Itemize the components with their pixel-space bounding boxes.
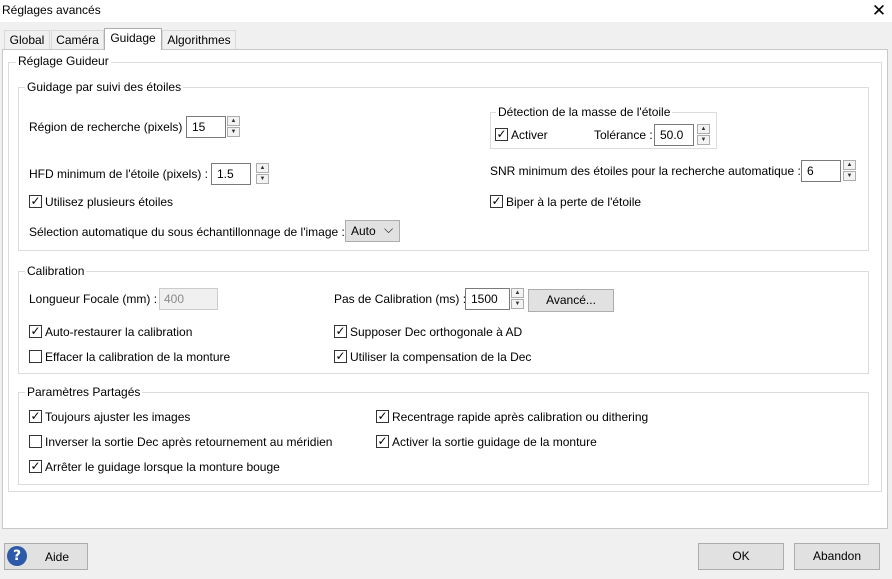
- hfd-field[interactable]: 1.5: [211, 163, 251, 185]
- spin-down-icon[interactable]: ▼: [256, 174, 269, 184]
- reverse-dec-label: Inverser la sortie Dec après retournemen…: [45, 435, 333, 449]
- calibration-step-stepper[interactable]: ▲ ▼: [511, 288, 525, 309]
- help-button[interactable]: ? Aide: [4, 543, 88, 570]
- multi-star-label: Utilisez plusieurs étoiles: [45, 195, 174, 209]
- stop-guiding-label: Arrêter le guidage lorsque la monture bo…: [45, 460, 280, 474]
- spin-up-icon[interactable]: ▲: [843, 160, 856, 170]
- calibration-advanced-button[interactable]: Avancé...: [528, 289, 614, 312]
- window-title: Réglages avancés: [2, 3, 101, 17]
- snr-value: 6: [807, 164, 814, 178]
- focal-length-value: 400: [164, 292, 185, 306]
- help-label: Aide: [45, 550, 70, 564]
- beep-label: Biper à la perte de l'étoile: [506, 195, 642, 209]
- checkmark-icon: ✓: [491, 194, 502, 208]
- checkmark-icon: ✓: [30, 194, 41, 208]
- checkmark-icon: ✓: [335, 324, 346, 338]
- calibration-legend: Calibration: [25, 264, 87, 278]
- calibration-step-value: 1500: [471, 292, 498, 306]
- assume-orthogonal-checkbox[interactable]: ✓: [334, 325, 347, 338]
- clear-mount-calibration-checkbox[interactable]: [29, 350, 42, 363]
- auto-restore-checkbox[interactable]: ✓: [29, 325, 42, 338]
- reverse-dec-checkbox[interactable]: [29, 435, 42, 448]
- shared-params-legend: Paramètres Partagés: [25, 385, 143, 399]
- spin-down-icon[interactable]: ▼: [843, 171, 856, 181]
- tab-algorithmes[interactable]: Algorithmes: [162, 30, 236, 49]
- clear-mount-calibration-label: Effacer la calibration de la monture: [45, 350, 231, 364]
- always-scale-label: Toujours ajuster les images: [45, 410, 191, 424]
- tolerance-value: 50.0: [660, 128, 684, 142]
- calibration-step-label: Pas de Calibration (ms) :: [334, 292, 467, 306]
- calibration-step-field[interactable]: 1500: [465, 288, 510, 310]
- fast-recenter-label: Recentrage rapide après calibration ou d…: [392, 410, 649, 424]
- spin-down-icon[interactable]: ▼: [511, 299, 524, 309]
- checkmark-icon: ✓: [30, 324, 41, 338]
- ok-label: OK: [732, 549, 750, 563]
- tab-global[interactable]: Global: [4, 30, 50, 49]
- checkmark-icon: ✓: [30, 459, 41, 473]
- help-icon: ?: [7, 546, 27, 566]
- checkmark-icon: ✓: [335, 349, 346, 363]
- search-region-value: 15: [192, 120, 206, 134]
- tolerance-field[interactable]: 50.0: [654, 124, 694, 146]
- tab-global-label: Global: [9, 33, 45, 47]
- tab-guidage[interactable]: Guidage: [104, 28, 162, 50]
- search-region-field[interactable]: 15: [186, 116, 226, 138]
- search-region-label: Région de recherche (pixels) :: [29, 120, 190, 134]
- checkmark-icon: ✓: [30, 409, 41, 423]
- hfd-stepper[interactable]: ▲ ▼: [256, 163, 270, 184]
- spin-down-icon[interactable]: ▼: [697, 135, 710, 145]
- guider-settings-legend: Réglage Guideur: [16, 54, 111, 68]
- cancel-button[interactable]: Abandon: [794, 543, 880, 570]
- fast-recenter-checkbox[interactable]: ✓: [376, 410, 389, 423]
- star-tracking-legend: Guidage par suivi des étoiles: [25, 80, 184, 94]
- mass-enable-checkbox[interactable]: ✓: [495, 128, 508, 141]
- search-region-stepper[interactable]: ▲ ▼: [227, 116, 241, 137]
- focal-length-field[interactable]: 400: [159, 288, 218, 310]
- tab-algorithmes-label: Algorithmes: [167, 33, 231, 47]
- calibration-advanced-label: Avancé...: [546, 293, 596, 307]
- snr-label: SNR minimum des étoiles pour la recherch…: [490, 164, 801, 178]
- checkmark-icon: ✓: [377, 409, 388, 423]
- tolerance-stepper[interactable]: ▲ ▼: [697, 124, 711, 145]
- cancel-label: Abandon: [812, 549, 862, 563]
- spin-up-icon[interactable]: ▲: [227, 116, 240, 126]
- mass-enable-label: Activer: [511, 128, 548, 142]
- title-bar: Réglages avancés ✕: [0, 0, 892, 22]
- focal-length-label: Longueur Focale (mm) :: [29, 292, 158, 306]
- spin-up-icon[interactable]: ▲: [256, 163, 269, 173]
- checkmark-icon: ✓: [377, 434, 388, 448]
- close-icon[interactable]: ✕: [867, 0, 891, 22]
- dec-compensation-checkbox[interactable]: ✓: [334, 350, 347, 363]
- snr-field[interactable]: 6: [801, 160, 841, 182]
- hfd-label: HFD minimum de l'étoile (pixels) :: [29, 167, 208, 181]
- stop-guiding-checkbox[interactable]: ✓: [29, 460, 42, 473]
- spin-up-icon[interactable]: ▲: [697, 124, 710, 134]
- always-scale-checkbox[interactable]: ✓: [29, 410, 42, 423]
- mass-detection-legend: Détection de la masse de l'étoile: [496, 105, 673, 119]
- spin-up-icon[interactable]: ▲: [511, 288, 524, 298]
- subsample-value: Auto: [351, 224, 376, 238]
- tab-camera[interactable]: Caméra: [51, 30, 104, 49]
- enable-mount-output-label: Activer la sortie guidage de la monture: [392, 435, 597, 449]
- snr-stepper[interactable]: ▲ ▼: [843, 160, 857, 181]
- enable-mount-output-checkbox[interactable]: ✓: [376, 435, 389, 448]
- assume-orthogonal-label: Supposer Dec orthogonale à AD: [350, 325, 523, 339]
- checkmark-icon: ✓: [496, 127, 507, 141]
- tolerance-label: Tolérance :: [594, 128, 653, 142]
- subsample-label: Sélection automatique du sous échantillo…: [29, 225, 345, 239]
- spin-down-icon[interactable]: ▼: [227, 127, 240, 137]
- subsample-select[interactable]: Auto ⌵: [345, 220, 400, 242]
- tab-guidage-label: Guidage: [110, 31, 156, 45]
- ok-button[interactable]: OK: [698, 543, 784, 570]
- tab-camera-label: Caméra: [56, 33, 99, 47]
- hfd-value: 1.5: [217, 167, 234, 181]
- chevron-down-icon: ⌵: [384, 222, 394, 236]
- multi-star-checkbox[interactable]: ✓: [29, 195, 42, 208]
- auto-restore-label: Auto-restaurer la calibration: [45, 325, 193, 339]
- beep-checkbox[interactable]: ✓: [490, 195, 503, 208]
- dec-compensation-label: Utiliser la compensation de la Dec: [350, 350, 532, 364]
